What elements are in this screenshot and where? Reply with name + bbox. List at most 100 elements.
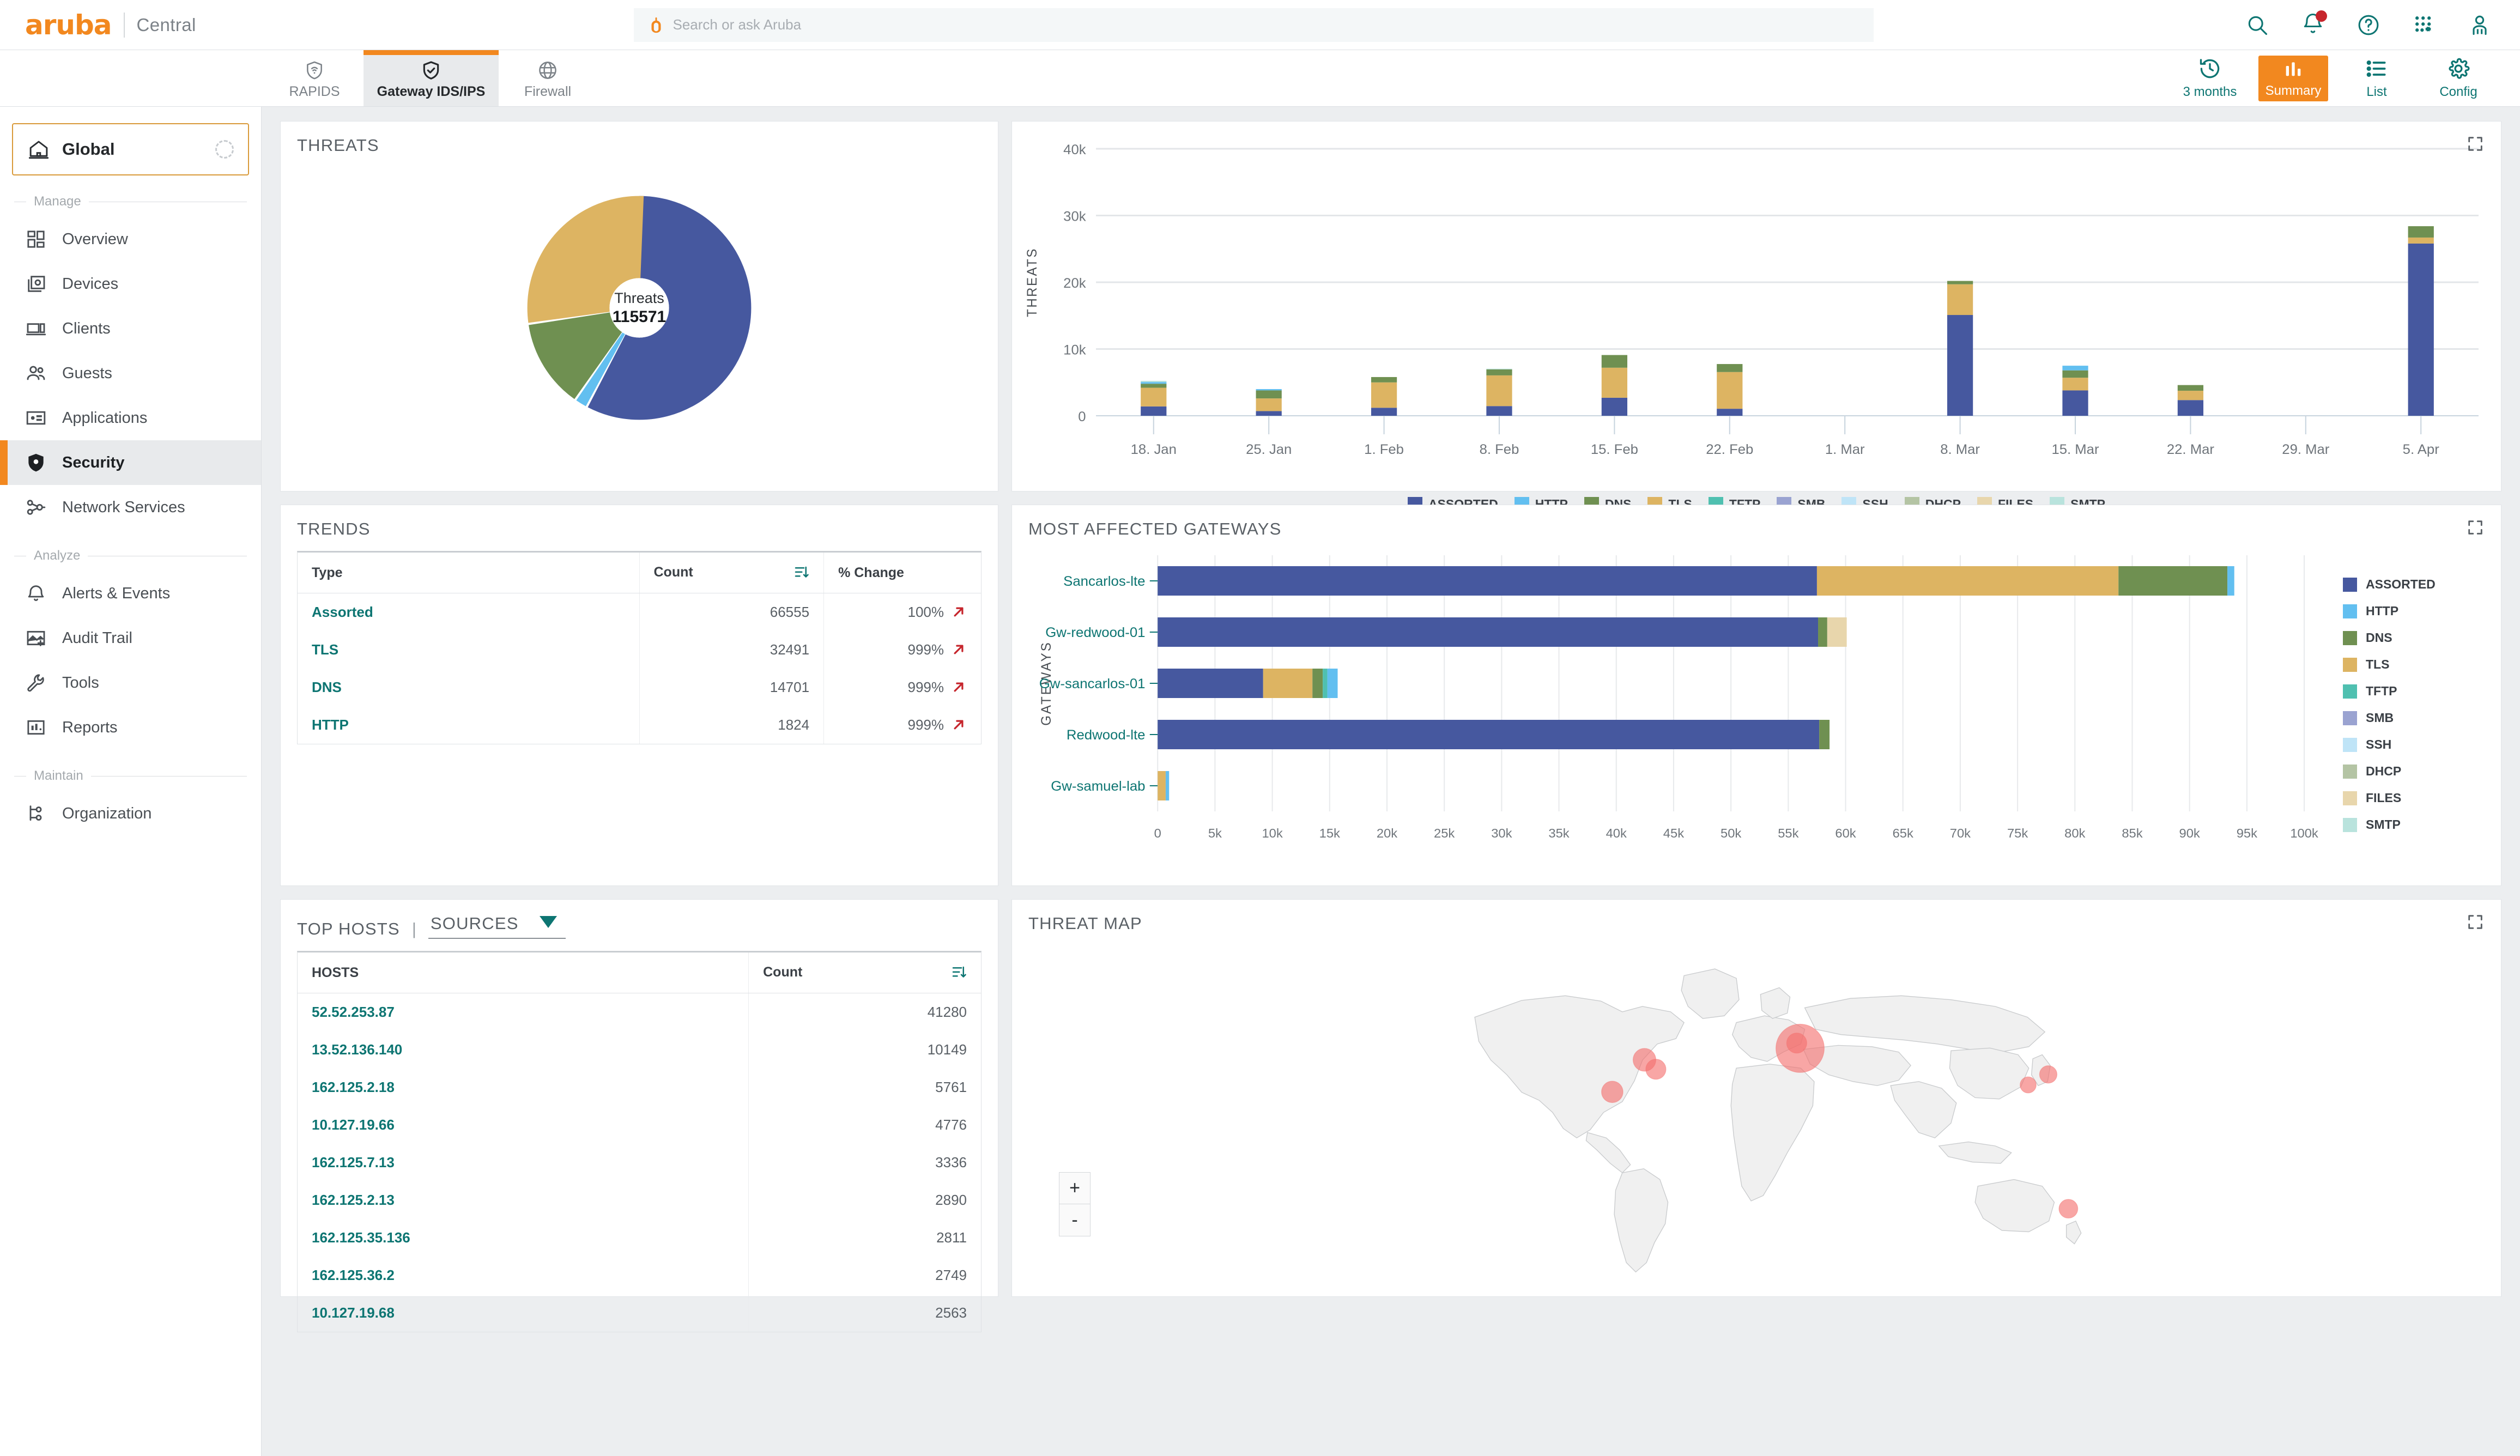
host-address[interactable]: 162.125.36.2: [298, 1257, 749, 1294]
table-row[interactable]: 162.125.36.22749: [298, 1257, 981, 1294]
marker-us-west[interactable]: [1602, 1081, 1623, 1102]
table-row[interactable]: DNS14701999%: [298, 669, 981, 706]
trend-change: 999%: [824, 631, 981, 669]
brand-logo[interactable]: aruba Central: [0, 11, 262, 39]
rapids-shield-icon: [304, 60, 325, 81]
notifications-wrap[interactable]: [2301, 11, 2325, 38]
legend-item[interactable]: HTTP: [2343, 604, 2485, 618]
host-address[interactable]: 10.127.19.68: [298, 1294, 749, 1332]
trend-type[interactable]: TLS: [298, 631, 639, 669]
bell-icon: [25, 583, 47, 604]
help-icon[interactable]: [2357, 13, 2380, 37]
sidebar-item-security[interactable]: Security: [0, 440, 261, 485]
col-count[interactable]: Count: [749, 953, 981, 993]
list-view-button[interactable]: List: [2336, 50, 2418, 106]
table-row[interactable]: 10.127.19.664776: [298, 1106, 981, 1144]
search-input[interactable]: [673, 16, 1861, 33]
host-address[interactable]: 10.127.19.66: [298, 1106, 749, 1144]
marker-europe-core[interactable]: [1786, 1033, 1807, 1053]
marker-japan[interactable]: [2039, 1066, 2057, 1083]
sidebar-item-alerts-events[interactable]: Alerts & Events: [0, 571, 261, 616]
table-row[interactable]: 162.125.2.132890: [298, 1181, 981, 1219]
sidebar-item-guests[interactable]: Guests: [0, 351, 261, 396]
legend-item[interactable]: DHCP: [2343, 764, 2485, 779]
expand-icon[interactable]: [2466, 518, 2485, 537]
time-range-button[interactable]: 3 months: [2169, 50, 2251, 106]
global-context-selector[interactable]: Global: [12, 123, 249, 175]
sort-descending-icon[interactable]: [793, 565, 809, 581]
map-landmass-9: [1891, 1082, 1956, 1138]
overview-icon: [25, 228, 47, 250]
trend-type[interactable]: DNS: [298, 669, 639, 706]
host-address[interactable]: 162.125.35.136: [298, 1219, 749, 1257]
map-zoom-out-button[interactable]: -: [1059, 1204, 1090, 1236]
legend-item[interactable]: SMTP: [2343, 817, 2485, 832]
host-address[interactable]: 162.125.7.13: [298, 1144, 749, 1181]
svg-text:Gw-sancarlos-01: Gw-sancarlos-01: [1039, 676, 1146, 691]
sidebar-item-reports[interactable]: Reports: [0, 705, 261, 750]
sidebar-item-audit-trail[interactable]: Audit Trail: [0, 616, 261, 660]
col-type[interactable]: Type: [298, 553, 639, 593]
trend-change: 100%: [824, 593, 981, 632]
config-button[interactable]: Config: [2418, 50, 2499, 106]
sidebar-item-tools[interactable]: Tools: [0, 660, 261, 705]
user-account-icon[interactable]: [2468, 13, 2492, 37]
tab-firewall[interactable]: Firewall: [499, 50, 597, 106]
marker-australia[interactable]: [2059, 1199, 2077, 1218]
legend-item[interactable]: TLS: [2343, 657, 2485, 672]
legend-item[interactable]: DNS: [2343, 630, 2485, 645]
col-pct-change[interactable]: % Change: [824, 553, 981, 593]
table-row[interactable]: 13.52.136.14010149: [298, 1031, 981, 1069]
map-zoom-in-button[interactable]: +: [1059, 1173, 1090, 1204]
top-hosts-mode-selector[interactable]: SOURCES: [428, 914, 566, 939]
expand-icon[interactable]: [2466, 135, 2485, 153]
threat-map-body[interactable]: + -: [1028, 937, 2485, 1285]
col-hosts[interactable]: HOSTS: [298, 953, 749, 993]
legend-item[interactable]: ASSORTED: [2343, 577, 2485, 592]
sort-descending-icon[interactable]: [950, 964, 967, 981]
global-search-box[interactable]: [634, 8, 1874, 42]
table-row[interactable]: 162.125.2.185761: [298, 1069, 981, 1106]
sidebar-item-organization[interactable]: Organization: [0, 791, 261, 836]
expand-icon[interactable]: [2466, 913, 2485, 931]
table-row[interactable]: 162.125.35.1362811: [298, 1219, 981, 1257]
search-icon[interactable]: [2245, 13, 2269, 37]
sidebar-item-overview[interactable]: Overview: [0, 217, 261, 262]
legend-item[interactable]: TFTP: [2343, 684, 2485, 699]
tab-gateway-ids-ips[interactable]: Gateway IDS/IPS: [364, 50, 499, 106]
map-landmass-10: [1949, 1048, 2028, 1099]
summary-view-button[interactable]: Summary: [2258, 56, 2328, 101]
host-count: 10149: [749, 1031, 981, 1069]
legend-item[interactable]: FILES: [2343, 791, 2485, 805]
table-row[interactable]: 10.127.19.682563: [298, 1294, 981, 1332]
sidebar-item-devices[interactable]: Devices: [0, 262, 261, 306]
legend-label: TFTP: [2366, 684, 2397, 699]
trend-type[interactable]: Assorted: [298, 593, 639, 632]
sidebar-item-clients[interactable]: Clients: [0, 306, 261, 351]
table-row[interactable]: TLS32491999%: [298, 631, 981, 669]
sidebar-item-applications[interactable]: Applications: [0, 396, 261, 440]
sidebar-group-analyze: Analyze: [0, 548, 261, 563]
host-address[interactable]: 52.52.253.87: [298, 993, 749, 1032]
legend-item[interactable]: SMB: [2343, 711, 2485, 725]
trend-type[interactable]: HTTP: [298, 706, 639, 744]
host-count: 5761: [749, 1069, 981, 1106]
host-address[interactable]: 13.52.136.140: [298, 1031, 749, 1069]
tab-rapids[interactable]: RAPIDS: [265, 50, 364, 106]
host-count: 3336: [749, 1144, 981, 1181]
global-context-label: Global: [62, 139, 114, 159]
table-row[interactable]: 162.125.7.133336: [298, 1144, 981, 1181]
time-range-label: 3 months: [2183, 84, 2237, 100]
host-address[interactable]: 162.125.2.18: [298, 1069, 749, 1106]
apps-grid-icon[interactable]: [2412, 13, 2436, 37]
col-count[interactable]: Count: [639, 553, 824, 593]
marker-china[interactable]: [2020, 1077, 2037, 1093]
sidebar-item-network-services[interactable]: Network Services: [0, 485, 261, 530]
table-row[interactable]: 52.52.253.8741280: [298, 993, 981, 1032]
marker-us-east[interactable]: [1646, 1059, 1666, 1079]
legend-item[interactable]: SSH: [2343, 737, 2485, 752]
host-address[interactable]: 162.125.2.13: [298, 1181, 749, 1219]
table-row[interactable]: Assorted66555100%: [298, 593, 981, 632]
table-row[interactable]: HTTP1824999%: [298, 706, 981, 744]
group-title: Maintain: [34, 768, 83, 784]
